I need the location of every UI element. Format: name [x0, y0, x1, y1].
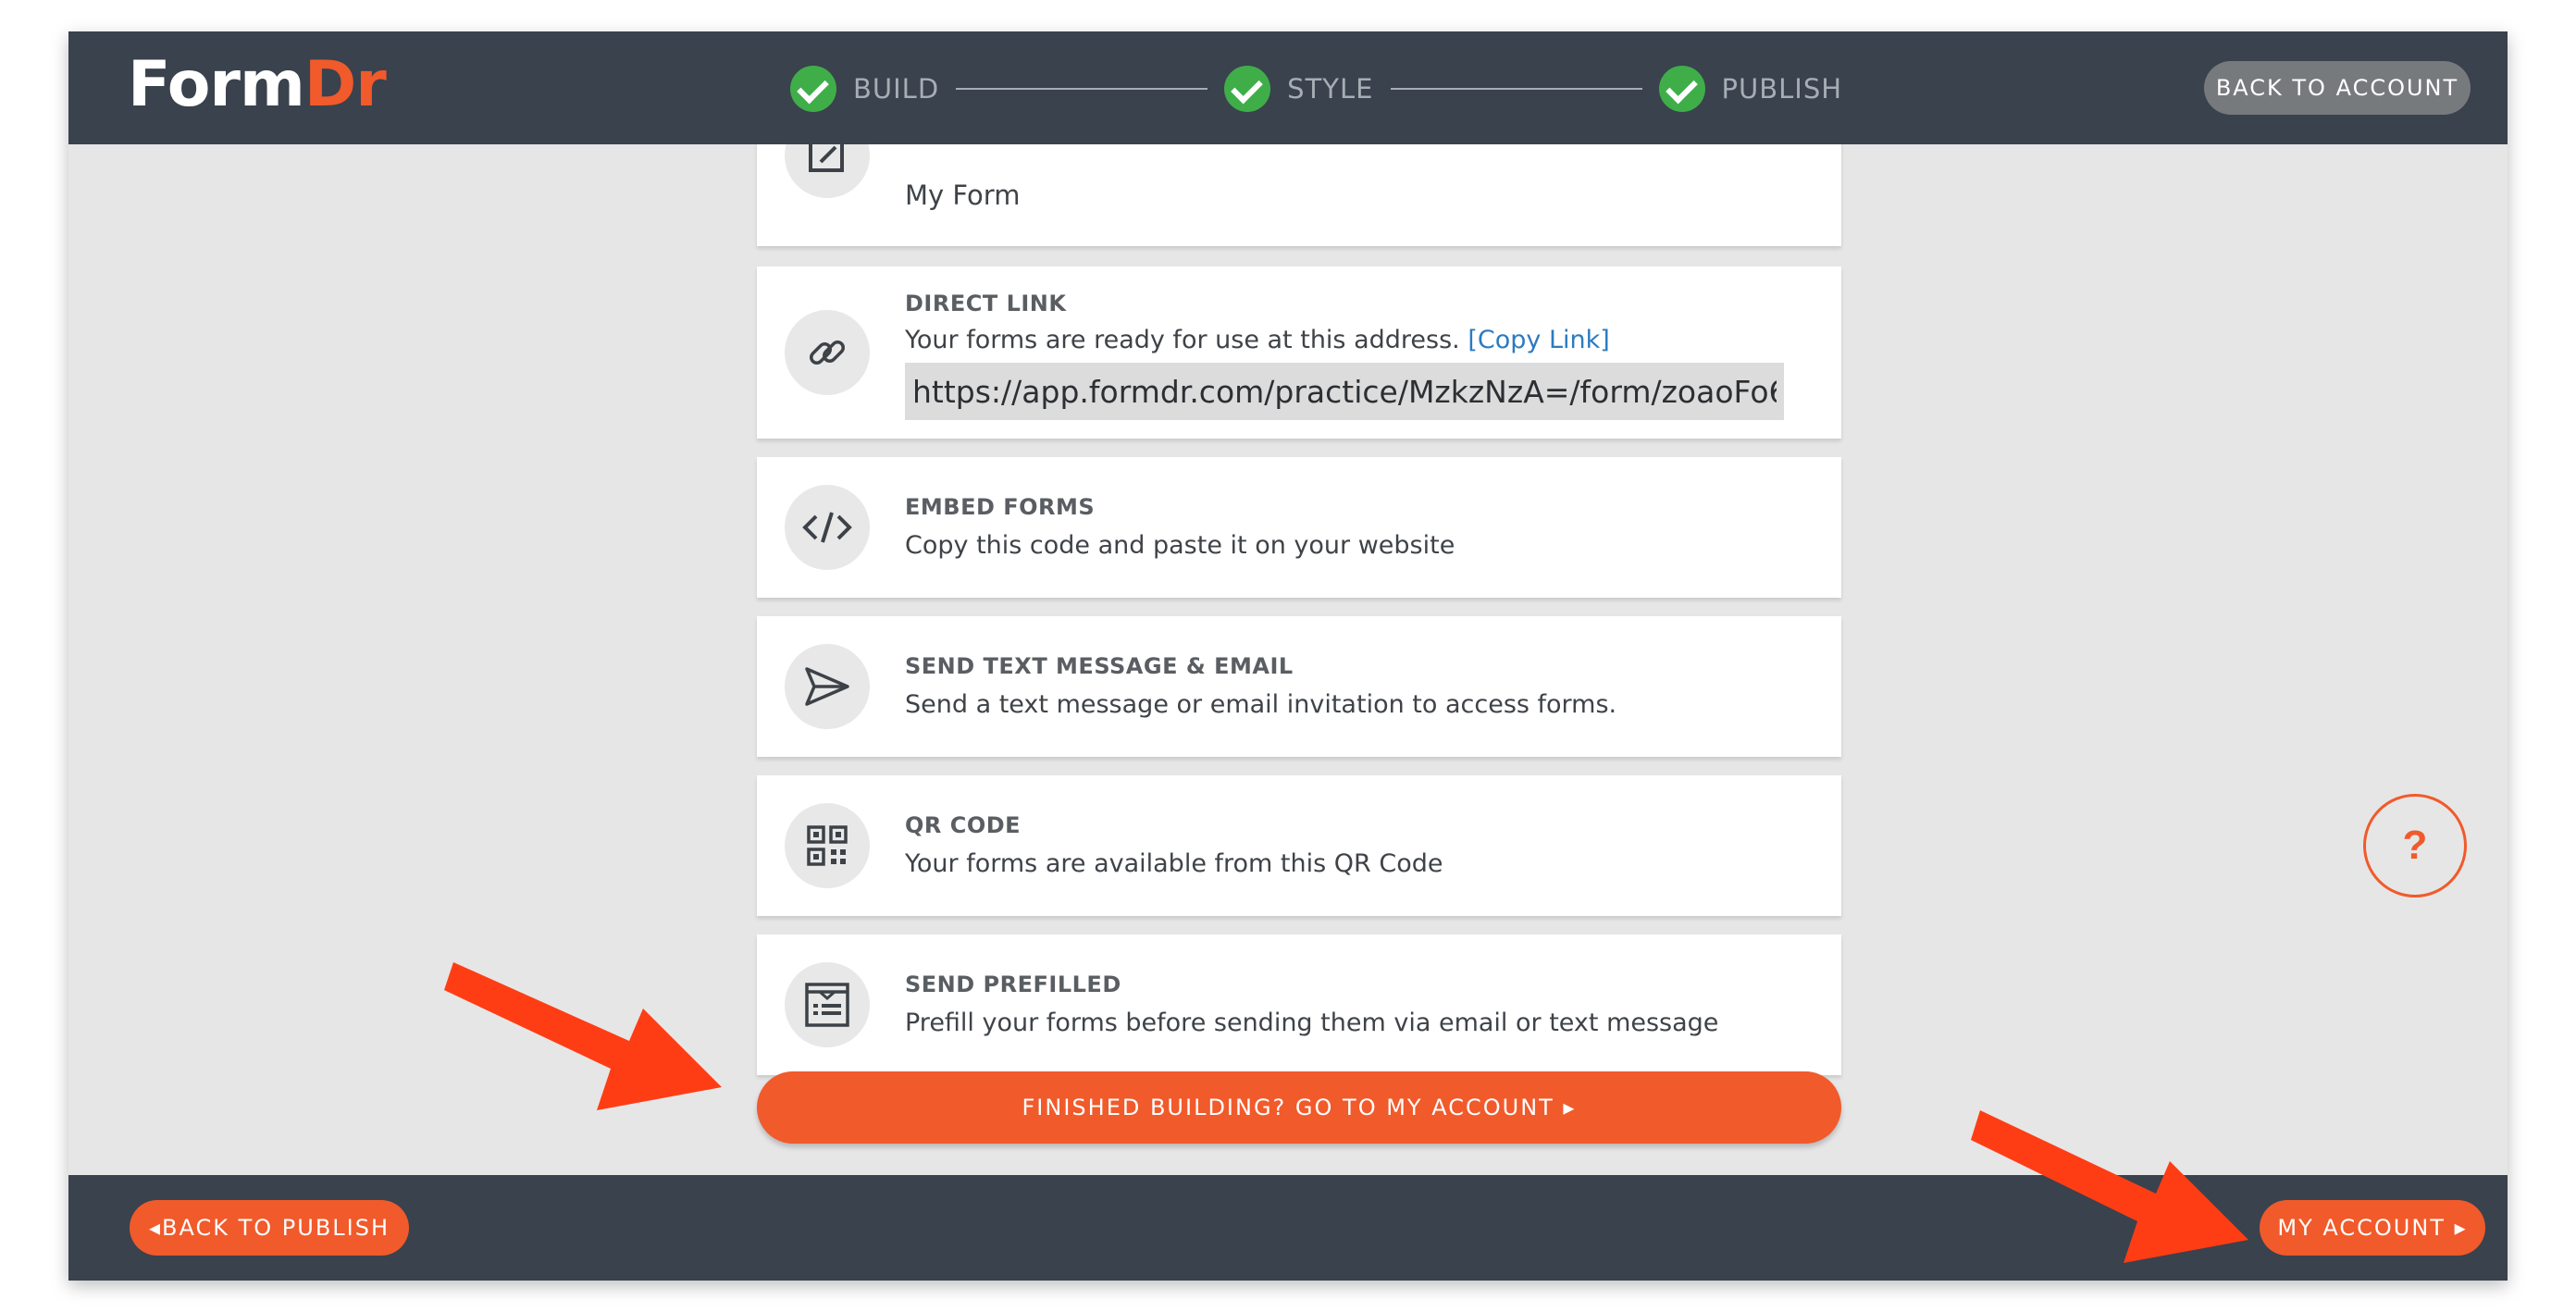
annotation-arrow-icon — [444, 962, 722, 1110]
card-description: Copy this code and paste it on your webs… — [905, 531, 1455, 560]
card-title: EMBED FORMS — [905, 494, 1096, 520]
check-icon — [790, 66, 836, 112]
link-icon — [810, 340, 845, 365]
step-connector — [956, 88, 1208, 90]
direct-link-card: DIRECT LINK Your forms are ready for use… — [757, 266, 1841, 439]
qr-code-card[interactable]: QR CODE Your forms are available from th… — [757, 775, 1841, 916]
card-description: Your forms are available from this QR Co… — [905, 849, 1443, 878]
step-publish[interactable]: PUBLISH — [1658, 66, 1843, 112]
my-account-button[interactable]: MY ACCOUNT ▸ — [2260, 1200, 2485, 1256]
send-message-card[interactable]: SEND TEXT MESSAGE & EMAIL Send a text me… — [757, 616, 1841, 757]
finished-building-button[interactable]: FINISHED BUILDING? GO TO MY ACCOUNT ▸ — [757, 1071, 1841, 1144]
card-description: Send a text message or email invitation … — [905, 690, 1617, 719]
back-to-account-button[interactable]: BACK TO ACCOUNT — [2204, 61, 2471, 115]
card-description: Prefill your forms before sending them v… — [905, 1009, 1719, 1037]
qr-icon-circle — [785, 803, 870, 888]
send-icon — [805, 667, 849, 706]
help-button[interactable]: ? — [2363, 794, 2467, 897]
link-icon-circle — [785, 310, 870, 395]
check-icon — [1658, 66, 1705, 112]
card-title: SEND PREFILLED — [905, 972, 1121, 997]
direct-link-description: Your forms are ready for use at this add… — [905, 326, 1460, 354]
logo-text-form: Form — [128, 48, 305, 121]
card-title: QR CODE — [905, 812, 1022, 838]
card-description: Your forms are ready for use at this add… — [905, 326, 1610, 354]
app-window: FormDr BUILD STYLE PUBLISH BACK TO ACCOU… — [68, 31, 2508, 1281]
step-label: BUILD — [853, 73, 940, 105]
top-bar: FormDr BUILD STYLE PUBLISH BACK TO ACCOU… — [68, 31, 2508, 144]
card-title: SEND TEXT MESSAGE & EMAIL — [905, 653, 1294, 679]
embed-forms-card[interactable]: EMBED FORMS Copy this code and paste it … — [757, 457, 1841, 598]
send-icon-circle — [785, 644, 870, 729]
code-icon-circle — [785, 485, 870, 570]
progress-steps: BUILD STYLE PUBLISH — [790, 65, 1842, 113]
card-title: DIRECT LINK — [905, 291, 1067, 316]
step-label: PUBLISH — [1721, 73, 1843, 105]
annotation-arrow-icon — [1971, 1110, 2248, 1263]
send-prefilled-card[interactable]: SEND PREFILLED Prefill your forms before… — [757, 934, 1841, 1075]
formdr-logo[interactable]: FormDr — [128, 48, 387, 122]
form-name: My Form — [905, 179, 1021, 211]
logo-text-dr: Dr — [303, 48, 387, 121]
step-style[interactable]: STYLE — [1224, 66, 1373, 112]
prefilled-icon-circle — [785, 962, 870, 1047]
step-build[interactable]: BUILD — [790, 66, 939, 112]
copy-link[interactable]: [Copy Link] — [1468, 326, 1609, 354]
back-to-publish-button[interactable]: ◂BACK TO PUBLISH — [130, 1200, 409, 1256]
prefilled-form-icon — [805, 983, 849, 1027]
qr-code-icon — [807, 825, 848, 866]
step-label: STYLE — [1287, 73, 1374, 105]
direct-link-field[interactable] — [905, 363, 1784, 420]
step-connector — [1390, 88, 1642, 90]
code-icon — [802, 512, 852, 543]
check-icon — [1224, 66, 1271, 112]
